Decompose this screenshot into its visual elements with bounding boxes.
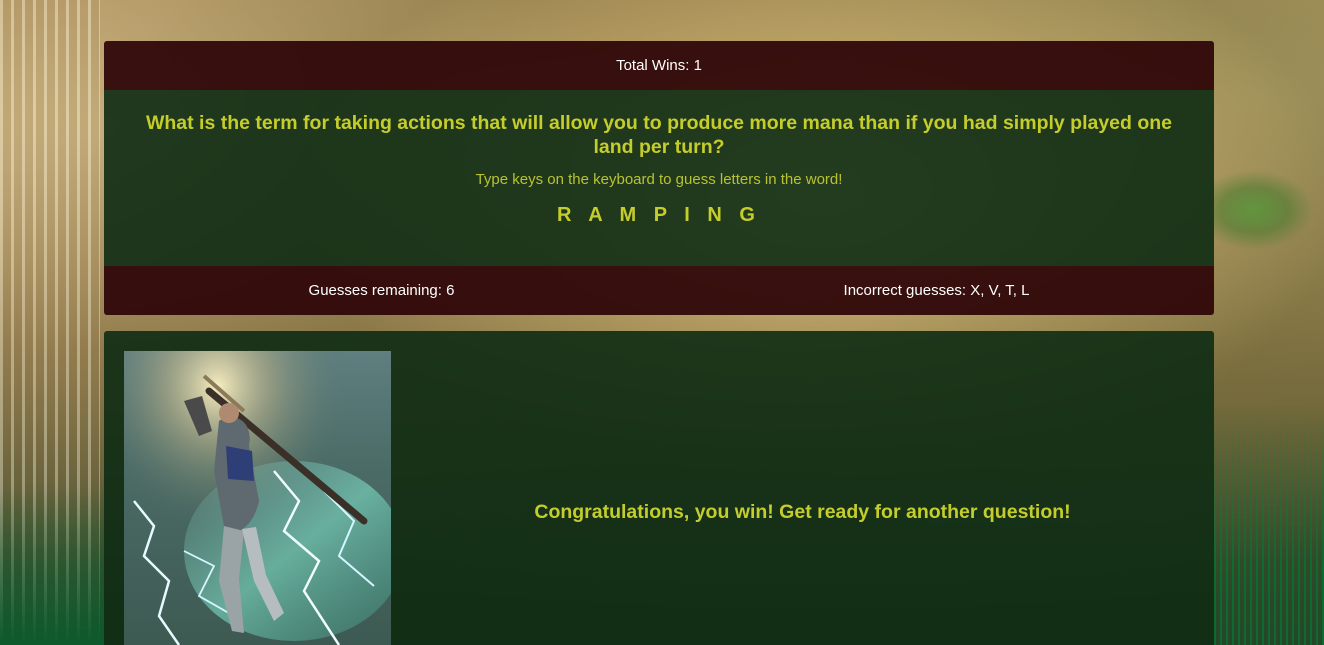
incorrect-guesses: Incorrect guesses: X, V, T, L bbox=[843, 282, 1030, 299]
background-grass-left bbox=[0, 485, 104, 645]
question-area: What is the term for taking actions that… bbox=[104, 90, 1214, 266]
result-panel: Congratulations, you win! Get ready for … bbox=[104, 331, 1214, 645]
instruction-text: Type keys on the keyboard to guess lette… bbox=[475, 171, 843, 188]
warrior-with-lightning-illustration bbox=[124, 351, 391, 645]
background-grass-right bbox=[1214, 405, 1324, 645]
total-wins: Total Wins: 1 bbox=[616, 57, 702, 74]
background-leaves bbox=[1214, 170, 1314, 250]
score-header: Total Wins: 1 bbox=[104, 41, 1214, 90]
revealed-word: R A M P I N G bbox=[557, 204, 761, 226]
guess-status-bar: Guesses remaining: 6 Incorrect guesses: … bbox=[104, 266, 1214, 315]
guesses-remaining: Guesses remaining: 6 bbox=[308, 282, 455, 299]
card-art-image bbox=[124, 351, 391, 645]
win-message: Congratulations, you win! Get ready for … bbox=[534, 501, 1071, 523]
question-text: What is the term for taking actions that… bbox=[145, 112, 1173, 158]
game-panel: Total Wins: 1 What is the term for takin… bbox=[104, 41, 1214, 315]
